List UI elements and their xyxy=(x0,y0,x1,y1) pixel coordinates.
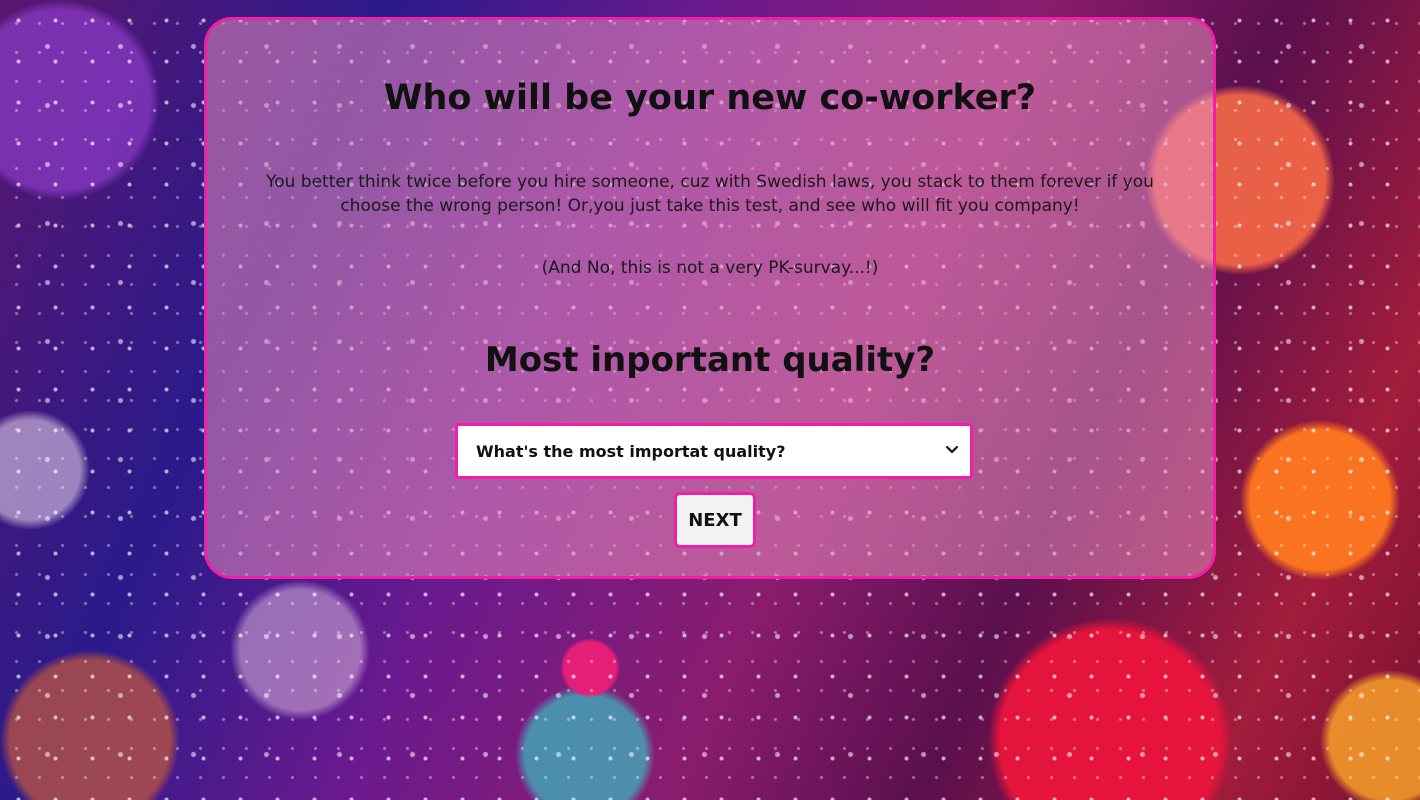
survey-card: Who will be your new co-worker? You bett… xyxy=(204,17,1216,579)
question-heading: Most inportant quality? xyxy=(484,340,936,380)
note-text: (And No, this is not a very PK-survay...… xyxy=(541,258,879,278)
next-button[interactable]: NEXT xyxy=(674,492,756,548)
quality-select-value: What's the most importat quality? xyxy=(476,442,786,461)
page-title: Who will be your new co-worker? xyxy=(383,78,1037,118)
intro-text: You better think twice before you hire s… xyxy=(266,172,1154,216)
quality-select[interactable]: What's the most importat quality? xyxy=(455,423,973,479)
chevron-down-icon xyxy=(945,445,959,454)
